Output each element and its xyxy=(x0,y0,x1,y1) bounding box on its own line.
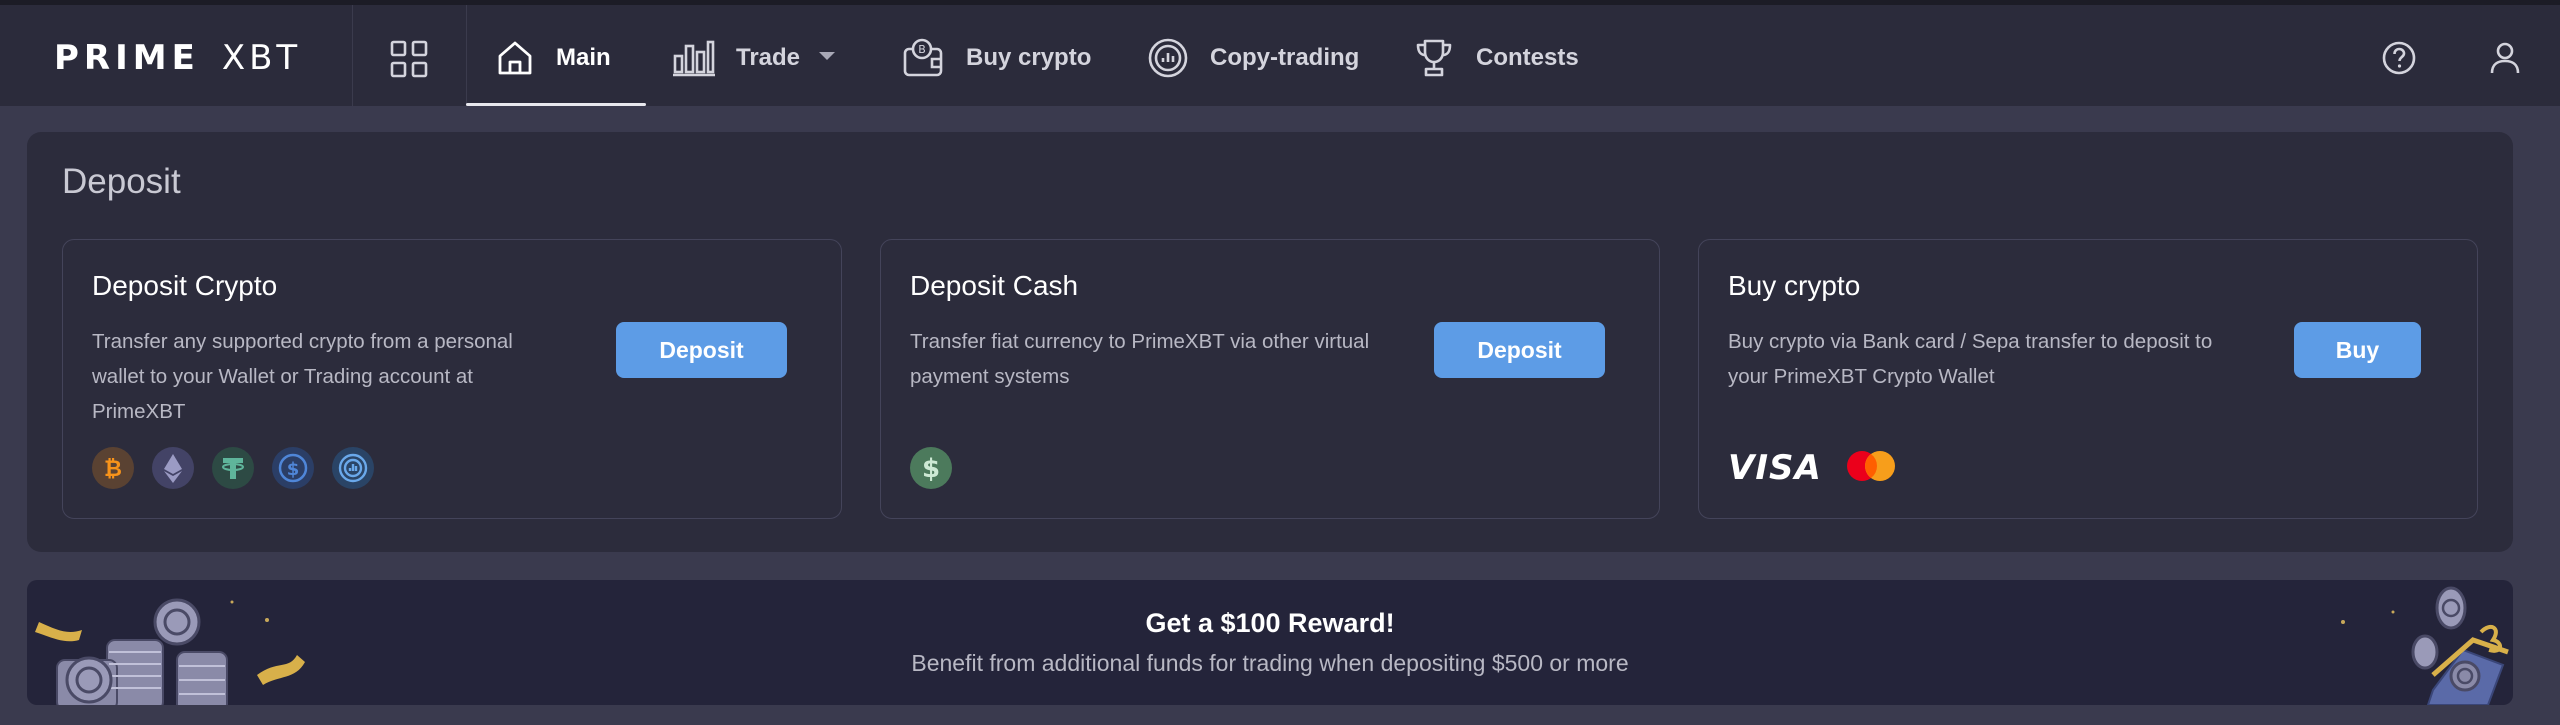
nav-trade-label: Trade xyxy=(736,44,801,71)
ethereum-icon xyxy=(152,447,194,489)
active-tab-indicator xyxy=(466,103,646,106)
nav-main-label: Main xyxy=(556,44,611,71)
logo-prime-text: PRIME xyxy=(54,38,200,78)
copy-trading-icon xyxy=(1146,36,1190,80)
trophy-icon xyxy=(1412,36,1456,80)
top-navigation-bar: PRIME XBT Main Trade B Buy crypto Copy-t… xyxy=(0,0,2560,106)
supported-currencies: $ xyxy=(910,447,952,489)
user-icon xyxy=(2490,42,2520,74)
apps-grid-icon xyxy=(390,40,428,78)
card-title: Deposit Cash xyxy=(910,270,1079,301)
nav-buy-crypto[interactable]: B Buy crypto xyxy=(902,25,1091,91)
desc-line: PrimeXBT xyxy=(92,400,186,423)
card-description: Transfer any supported crypto from a per… xyxy=(92,324,562,429)
bitcoin-icon: ₿ xyxy=(92,447,134,489)
desc-line: payment systems xyxy=(910,365,1070,388)
desc-line: Transfer any supported crypto from a per… xyxy=(92,330,513,353)
divider xyxy=(352,5,353,106)
help-icon xyxy=(2382,41,2416,75)
home-icon xyxy=(494,37,536,79)
primexbt-logo[interactable]: PRIME XBT xyxy=(54,35,301,81)
gift-box-illustration xyxy=(2341,586,2509,705)
svg-text:$: $ xyxy=(922,454,940,484)
deposit-cash-card: Deposit Cash Transfer fiat currency to P… xyxy=(880,239,1660,519)
desc-line: wallet to your Wallet or Trading account… xyxy=(92,365,473,388)
deposit-cash-button[interactable]: Deposit xyxy=(1434,322,1605,378)
deposit-crypto-button[interactable]: Deposit xyxy=(616,322,787,378)
desc-line: your PrimeXBT Crypto Wallet xyxy=(1728,365,1995,388)
card-title: Deposit Crypto xyxy=(92,270,278,301)
nav-copy-trading-label: Copy-trading xyxy=(1210,44,1360,71)
card-description: Transfer fiat currency to PrimeXBT via o… xyxy=(910,324,1380,394)
buy-crypto-card: Buy crypto Buy crypto via Bank card / Se… xyxy=(1698,239,2478,519)
desc-line: Transfer fiat currency to PrimeXBT via o… xyxy=(910,330,1370,353)
mastercard-icon xyxy=(1844,449,1898,488)
card-description: Buy crypto via Bank card / Sepa transfer… xyxy=(1728,324,2268,394)
usdc-icon: $ xyxy=(272,447,314,489)
buy-crypto-button[interactable]: Buy xyxy=(2294,322,2421,378)
logo-xbt-text: XBT xyxy=(221,38,302,78)
reward-subtitle: Benefit from additional funds for tradin… xyxy=(911,650,1629,676)
help-button[interactable] xyxy=(2376,35,2422,81)
tether-icon xyxy=(212,447,254,489)
desc-line: Buy crypto via Bank card / Sepa transfer… xyxy=(1728,330,2213,353)
apps-grid-button[interactable] xyxy=(384,37,434,81)
coins-stack-illustration xyxy=(35,598,305,705)
payment-logos: VISA xyxy=(1728,448,1898,488)
svg-text:$: $ xyxy=(287,459,300,480)
svg-text:₿: ₿ xyxy=(104,457,122,482)
copy-coin-icon xyxy=(332,447,374,489)
svg-text:B: B xyxy=(918,43,926,56)
nav-trade[interactable]: Trade xyxy=(672,25,836,91)
bar-chart-icon xyxy=(672,37,716,79)
nav-copy-trading[interactable]: Copy-trading xyxy=(1146,25,1359,91)
reward-title: Get a $100 Reward! xyxy=(1145,608,1395,638)
deposit-crypto-card: Deposit Crypto Transfer any supported cr… xyxy=(62,239,842,519)
wallet-coin-icon: B xyxy=(902,37,946,79)
visa-logo: VISA xyxy=(1728,448,1822,488)
dollar-icon: $ xyxy=(910,447,952,489)
chevron-down-icon xyxy=(818,49,836,67)
nav-main[interactable]: Main xyxy=(494,25,611,91)
user-account-button[interactable] xyxy=(2482,35,2528,81)
nav-contests-label: Contests xyxy=(1476,44,1579,71)
supported-coins: ₿ $ xyxy=(92,447,374,489)
reward-banner[interactable]: Get a $100 Reward! Benefit from addition… xyxy=(27,580,2513,705)
nav-contests[interactable]: Contests xyxy=(1412,25,1579,91)
deposit-panel: Deposit Deposit Crypto Transfer any supp… xyxy=(27,132,2513,552)
divider xyxy=(466,5,467,106)
card-title: Buy crypto xyxy=(1728,270,1861,301)
nav-buy-crypto-label: Buy crypto xyxy=(966,44,1092,71)
deposit-title: Deposit xyxy=(62,162,181,201)
